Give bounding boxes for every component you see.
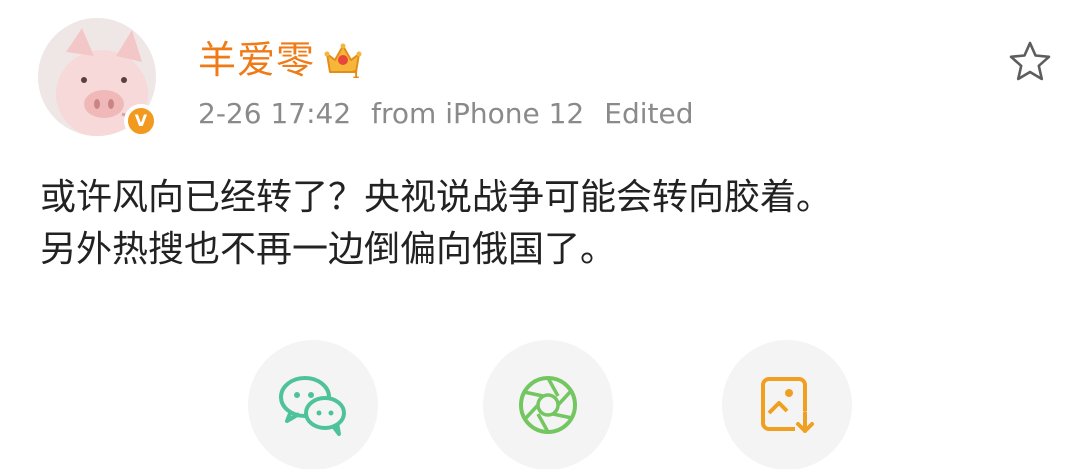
star-icon[interactable] (1006, 38, 1054, 86)
post-line-2: 另外热搜也不再一边倒偏向俄国了。 (40, 229, 617, 270)
vip-level: 1 (352, 68, 360, 80)
post-text: 或许风向已经转了？央视说战争可能会转向胶着。 另外热搜也不再一边倒偏向俄国了。 (40, 172, 1050, 276)
wechat-icon (279, 376, 346, 436)
username-row: 羊爱零 1 (198, 32, 363, 88)
share-moments-button[interactable] (483, 340, 613, 469)
share-bar (0, 330, 1080, 469)
username[interactable]: 羊爱零 (198, 41, 315, 79)
moments-aperture-icon (519, 376, 577, 434)
save-image-icon (761, 377, 815, 435)
weibo-post-card: V 羊爱零 1 2-26 17:42 from iPhone 12 Edited 或… (0, 0, 1080, 469)
crown-icon[interactable]: 1 (323, 40, 363, 80)
share-wechat-button[interactable] (248, 340, 378, 469)
avatar-container[interactable]: V (38, 18, 160, 140)
post-line-1: 或许风向已经转了？央视说战争可能会转向胶着。 (40, 177, 833, 218)
timestamp: 2-26 17:42 (198, 97, 352, 130)
save-image-button[interactable] (722, 340, 852, 469)
verified-badge-text: V (134, 111, 148, 130)
verified-badge-icon: V (124, 104, 158, 138)
source-device: from iPhone 12 (371, 97, 585, 130)
post-meta: 2-26 17:42 from iPhone 12 Edited (198, 94, 693, 134)
edited-label[interactable]: Edited (604, 97, 693, 130)
